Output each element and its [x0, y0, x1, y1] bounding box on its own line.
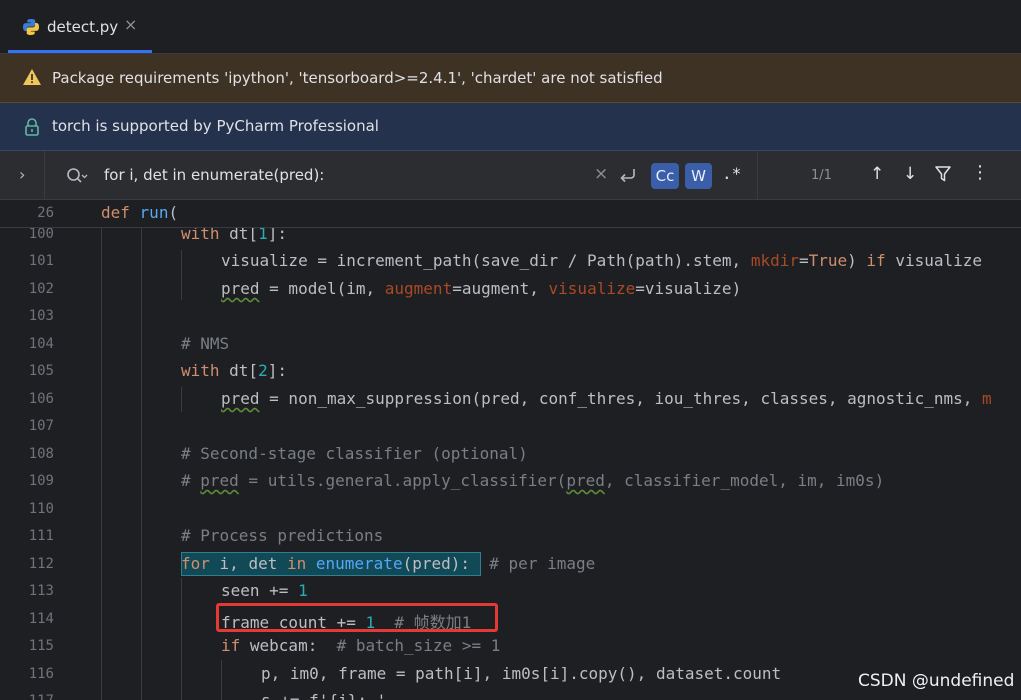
warning-icon: [23, 69, 41, 85]
previous-occurrence-icon[interactable]: ↑: [870, 164, 884, 184]
professional-info-banner: torch is supported by PyCharm Profession…: [0, 103, 1021, 151]
code-line: pred = model(im, augment=augment, visual…: [221, 279, 742, 298]
indent-guide: [181, 250, 182, 300]
line-number: 103: [28, 308, 54, 324]
code-comment: # Second-stage classifier (optional): [181, 444, 528, 463]
more-options-icon[interactable]: ⋮: [971, 162, 989, 183]
editor-tab-bar: detect.py ×: [0, 0, 1021, 54]
line-number: 117: [0, 693, 54, 700]
code-comment: # Process predictions: [181, 526, 384, 545]
code-comment: # NMS: [181, 334, 230, 353]
newline-icon[interactable]: [618, 165, 638, 185]
code-line: p, im0, frame = path[i], im0s[i].copy(),…: [261, 664, 782, 683]
find-divider: [44, 151, 45, 199]
find-bar: › for i, det in enumerate(pred): × Cc W …: [0, 151, 1021, 200]
sticky-def-line: def run(: [101, 203, 179, 222]
requirements-warning-text: Package requirements 'ipython', 'tensorb…: [52, 69, 663, 87]
search-input[interactable]: for i, det in enumerate(pred):: [104, 166, 324, 184]
line-number: 111: [28, 528, 54, 544]
line-number: 108: [28, 446, 54, 462]
match-case-toggle[interactable]: Cc: [651, 163, 679, 189]
line-number: 104: [28, 336, 54, 352]
next-occurrence-icon[interactable]: ↓: [903, 164, 917, 184]
code-line: visualize = increment_path(save_dir / Pa…: [221, 251, 992, 270]
tab-detect-py[interactable]: detect.py ×: [8, 0, 152, 53]
code-line-search-match: for i, det in enumerate(pred): # per ima…: [181, 554, 596, 573]
code-line: s += f'{i}: ': [261, 691, 386, 700]
line-number: 101: [28, 253, 54, 269]
code-comment: # pred = utils.general.apply_classifier(…: [181, 471, 885, 490]
line-number: 115: [28, 638, 54, 654]
filter-icon[interactable]: [934, 165, 952, 183]
find-divider-right: [757, 151, 758, 199]
line-number: 109: [28, 473, 54, 489]
lock-icon: [25, 118, 39, 136]
line-number: 112: [28, 556, 54, 572]
code-line: if webcam: # batch_size >= 1: [221, 636, 501, 655]
line-number: 110: [28, 501, 54, 517]
line-number: 26: [37, 205, 54, 221]
clear-search-icon[interactable]: ×: [594, 164, 608, 184]
tab-filename: detect.py: [47, 18, 119, 36]
line-number: 105: [28, 363, 54, 379]
annotation-highlight-box: [216, 603, 498, 632]
professional-info-text: torch is supported by PyCharm Profession…: [52, 117, 379, 135]
line-number: 100: [28, 226, 54, 242]
line-number: 113: [28, 583, 54, 599]
indent-guide: [181, 387, 182, 412]
line-number: 107: [28, 418, 54, 434]
code-line: pred = non_max_suppression(pred, conf_th…: [221, 389, 992, 408]
tab-close-icon[interactable]: ×: [124, 15, 137, 34]
whole-words-toggle[interactable]: W: [685, 163, 712, 189]
python-file-icon: [23, 19, 39, 35]
indent-guide: [181, 578, 182, 700]
sticky-function-header[interactable]: 26 def run(: [0, 200, 1021, 228]
line-number: 114: [28, 611, 54, 627]
indent-guide: [101, 227, 102, 700]
line-number: 116: [28, 666, 54, 682]
requirements-warning-banner: Package requirements 'ipython', 'tensorb…: [0, 54, 1021, 103]
active-tab-indicator: [8, 50, 152, 53]
search-history-icon[interactable]: [66, 167, 88, 185]
regex-toggle[interactable]: .*: [722, 164, 741, 183]
result-count: 1/1: [811, 168, 832, 183]
code-line: seen += 1: [221, 581, 308, 600]
code-line: with dt[2]:: [181, 361, 287, 380]
expand-replace-icon[interactable]: ›: [19, 165, 25, 184]
indent-guide: [141, 227, 142, 700]
line-number: 102: [28, 281, 54, 297]
indent-guide: [221, 660, 222, 700]
code-editor[interactable]: 100 101 102 103 104 105 106 107 108 109 …: [0, 200, 1021, 700]
line-number: 106: [28, 391, 54, 407]
csdn-watermark: CSDN @undefined: [858, 671, 1015, 691]
